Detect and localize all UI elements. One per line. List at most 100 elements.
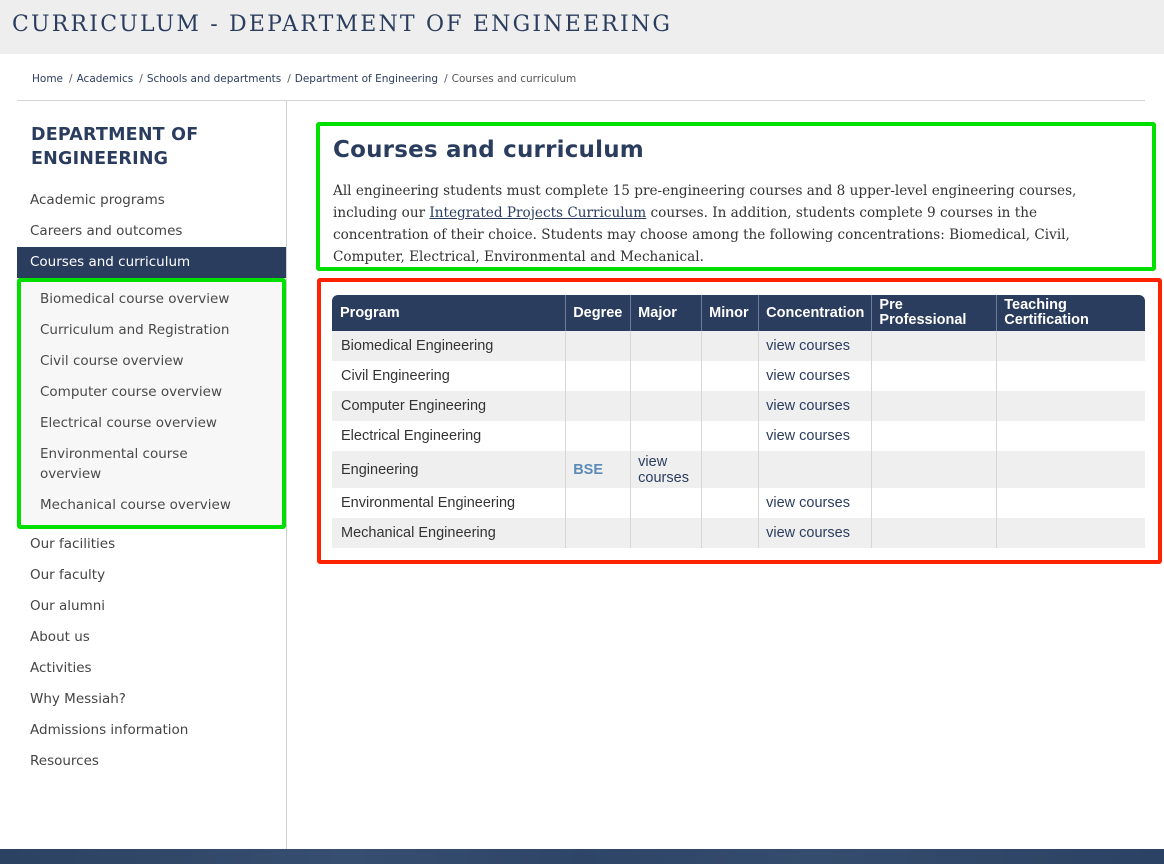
breadcrumb-schools-and-departments[interactable]: Schools and departments xyxy=(147,73,281,85)
view-courses-link[interactable]: view courses xyxy=(766,428,850,444)
sidebar-nav: Academic programs Careers and outcomes C… xyxy=(17,185,286,777)
table-row: Computer Engineering view courses xyxy=(332,391,1145,421)
header-pre-professional: Pre Professional xyxy=(871,295,997,331)
cell-degree xyxy=(565,518,631,548)
subnav-item-mechanical[interactable]: Mechanical course overview xyxy=(21,490,282,521)
view-courses-link[interactable]: view courses xyxy=(766,495,850,511)
cell-major xyxy=(630,488,702,518)
sidebar-item-about-us[interactable]: About us xyxy=(17,622,286,653)
cell-teaching xyxy=(996,331,1145,361)
view-courses-link[interactable]: view courses xyxy=(766,398,850,414)
table-row: Biomedical Engineering view courses xyxy=(332,331,1145,361)
sidebar-item-our-alumni[interactable]: Our alumni xyxy=(17,591,286,622)
subnav-item-environmental[interactable]: Environmental course overview xyxy=(21,439,221,490)
view-courses-link[interactable]: view courses xyxy=(638,454,694,486)
sidebar-item-courses-and-curriculum[interactable]: Courses and curriculum xyxy=(17,247,286,278)
cell-major xyxy=(630,391,702,421)
intro-paragraph: All engineering students must complete 1… xyxy=(333,180,1133,268)
cell-degree xyxy=(565,391,631,421)
cell-teaching xyxy=(996,361,1145,391)
cell-degree xyxy=(565,331,631,361)
table-header-row: Program Degree Major Minor Concentration… xyxy=(332,295,1145,331)
header-minor: Minor xyxy=(701,295,759,331)
breadcrumb-academics[interactable]: Academics xyxy=(77,73,134,85)
cell-teaching xyxy=(996,451,1145,488)
table-row: Civil Engineering view courses xyxy=(332,361,1145,391)
cell-concentration: view courses xyxy=(758,518,872,548)
program-name: Engineering xyxy=(341,461,419,478)
breadcrumb-separator: / xyxy=(287,73,291,85)
cell-program: Electrical Engineering xyxy=(332,421,566,451)
subnav-item-civil[interactable]: Civil course overview xyxy=(21,346,282,377)
cell-degree xyxy=(565,361,631,391)
cell-minor xyxy=(701,421,759,451)
table-row: Engineering BSE view courses xyxy=(332,451,1145,488)
table-row: Environmental Engineering view courses xyxy=(332,488,1145,518)
cell-program: Biomedical Engineering xyxy=(332,331,566,361)
view-courses-link[interactable]: view courses xyxy=(766,525,850,541)
cell-program: Computer Engineering xyxy=(332,391,566,421)
header-major: Major xyxy=(630,295,702,331)
header-program: Program xyxy=(332,295,566,331)
cell-teaching xyxy=(996,391,1145,421)
cell-major xyxy=(630,518,702,548)
programs-table: Program Degree Major Minor Concentration… xyxy=(332,295,1145,548)
table-row: Electrical Engineering view courses xyxy=(332,421,1145,451)
view-courses-link[interactable]: view courses xyxy=(766,368,850,384)
sidebar-item-careers-and-outcomes[interactable]: Careers and outcomes xyxy=(17,216,286,247)
cell-program: Mechanical Engineering xyxy=(332,518,566,548)
sidebar-item-academic-programs[interactable]: Academic programs xyxy=(17,185,286,216)
top-banner: CURRICULUM - DEPARTMENT OF ENGINEERING xyxy=(0,0,1164,54)
subnav-item-computer[interactable]: Computer course overview xyxy=(21,377,282,408)
program-name: Electrical Engineering xyxy=(341,428,482,444)
cell-program: Civil Engineering xyxy=(332,361,566,391)
cell-minor xyxy=(701,518,759,548)
cell-teaching xyxy=(996,488,1145,518)
sidebar-item-activities[interactable]: Activities xyxy=(17,653,286,684)
header-teaching-certification: Teaching Certification xyxy=(996,295,1145,331)
sidebar-item-our-facilities[interactable]: Our facilities xyxy=(17,529,286,560)
sidebar-subnav: Biomedical course overview Curriculum an… xyxy=(17,278,286,529)
cell-major xyxy=(630,331,702,361)
view-courses-link[interactable]: view courses xyxy=(766,338,850,354)
sidebar-title: DEPARTMENT OF ENGINEERING xyxy=(31,125,199,169)
subnav-item-electrical[interactable]: Electrical course overview xyxy=(21,408,282,439)
sidebar-item-why-messiah[interactable]: Why Messiah? xyxy=(17,684,286,715)
cell-pre-professional xyxy=(871,421,997,451)
cell-pre-professional xyxy=(871,391,997,421)
breadcrumb-department-of-engineering[interactable]: Department of Engineering xyxy=(295,73,438,85)
breadcrumb-separator: / xyxy=(444,73,448,85)
cell-degree xyxy=(565,488,631,518)
subnav-item-curriculum-registration[interactable]: Curriculum and Registration xyxy=(21,315,282,346)
cell-pre-professional xyxy=(871,451,997,488)
cell-teaching xyxy=(996,421,1145,451)
sidebar-item-admissions-information[interactable]: Admissions information xyxy=(17,715,286,746)
breadcrumb-separator: / xyxy=(69,73,73,85)
breadcrumb-home[interactable]: Home xyxy=(32,73,63,85)
program-name: Environmental Engineering xyxy=(341,495,516,511)
cell-major xyxy=(630,361,702,391)
program-name: Biomedical Engineering xyxy=(341,338,494,354)
cell-concentration: view courses xyxy=(758,488,872,518)
cell-program: Environmental Engineering xyxy=(332,488,566,518)
program-name: Civil Engineering xyxy=(341,368,450,384)
cell-major xyxy=(630,421,702,451)
cell-minor xyxy=(701,331,759,361)
cell-degree xyxy=(565,421,631,451)
cell-concentration: view courses xyxy=(758,421,872,451)
cell-pre-professional xyxy=(871,331,997,361)
cell-minor xyxy=(701,451,759,488)
cell-pre-professional xyxy=(871,361,997,391)
cell-minor xyxy=(701,488,759,518)
cell-concentration: view courses xyxy=(758,331,872,361)
degree-link[interactable]: BSE xyxy=(573,462,603,478)
sidebar-item-resources[interactable]: Resources xyxy=(17,746,286,777)
program-name: Mechanical Engineering xyxy=(341,525,496,541)
cell-program: Engineering xyxy=(332,451,566,488)
cell-concentration: view courses xyxy=(758,361,872,391)
subnav-item-biomedical[interactable]: Biomedical course overview xyxy=(21,284,282,315)
sidebar-item-our-faculty[interactable]: Our faculty xyxy=(17,560,286,591)
integrated-projects-curriculum-link[interactable]: Integrated Projects Curriculum xyxy=(429,205,646,221)
cell-minor xyxy=(701,391,759,421)
page-heading: CURRICULUM - DEPARTMENT OF ENGINEERING xyxy=(12,12,673,37)
